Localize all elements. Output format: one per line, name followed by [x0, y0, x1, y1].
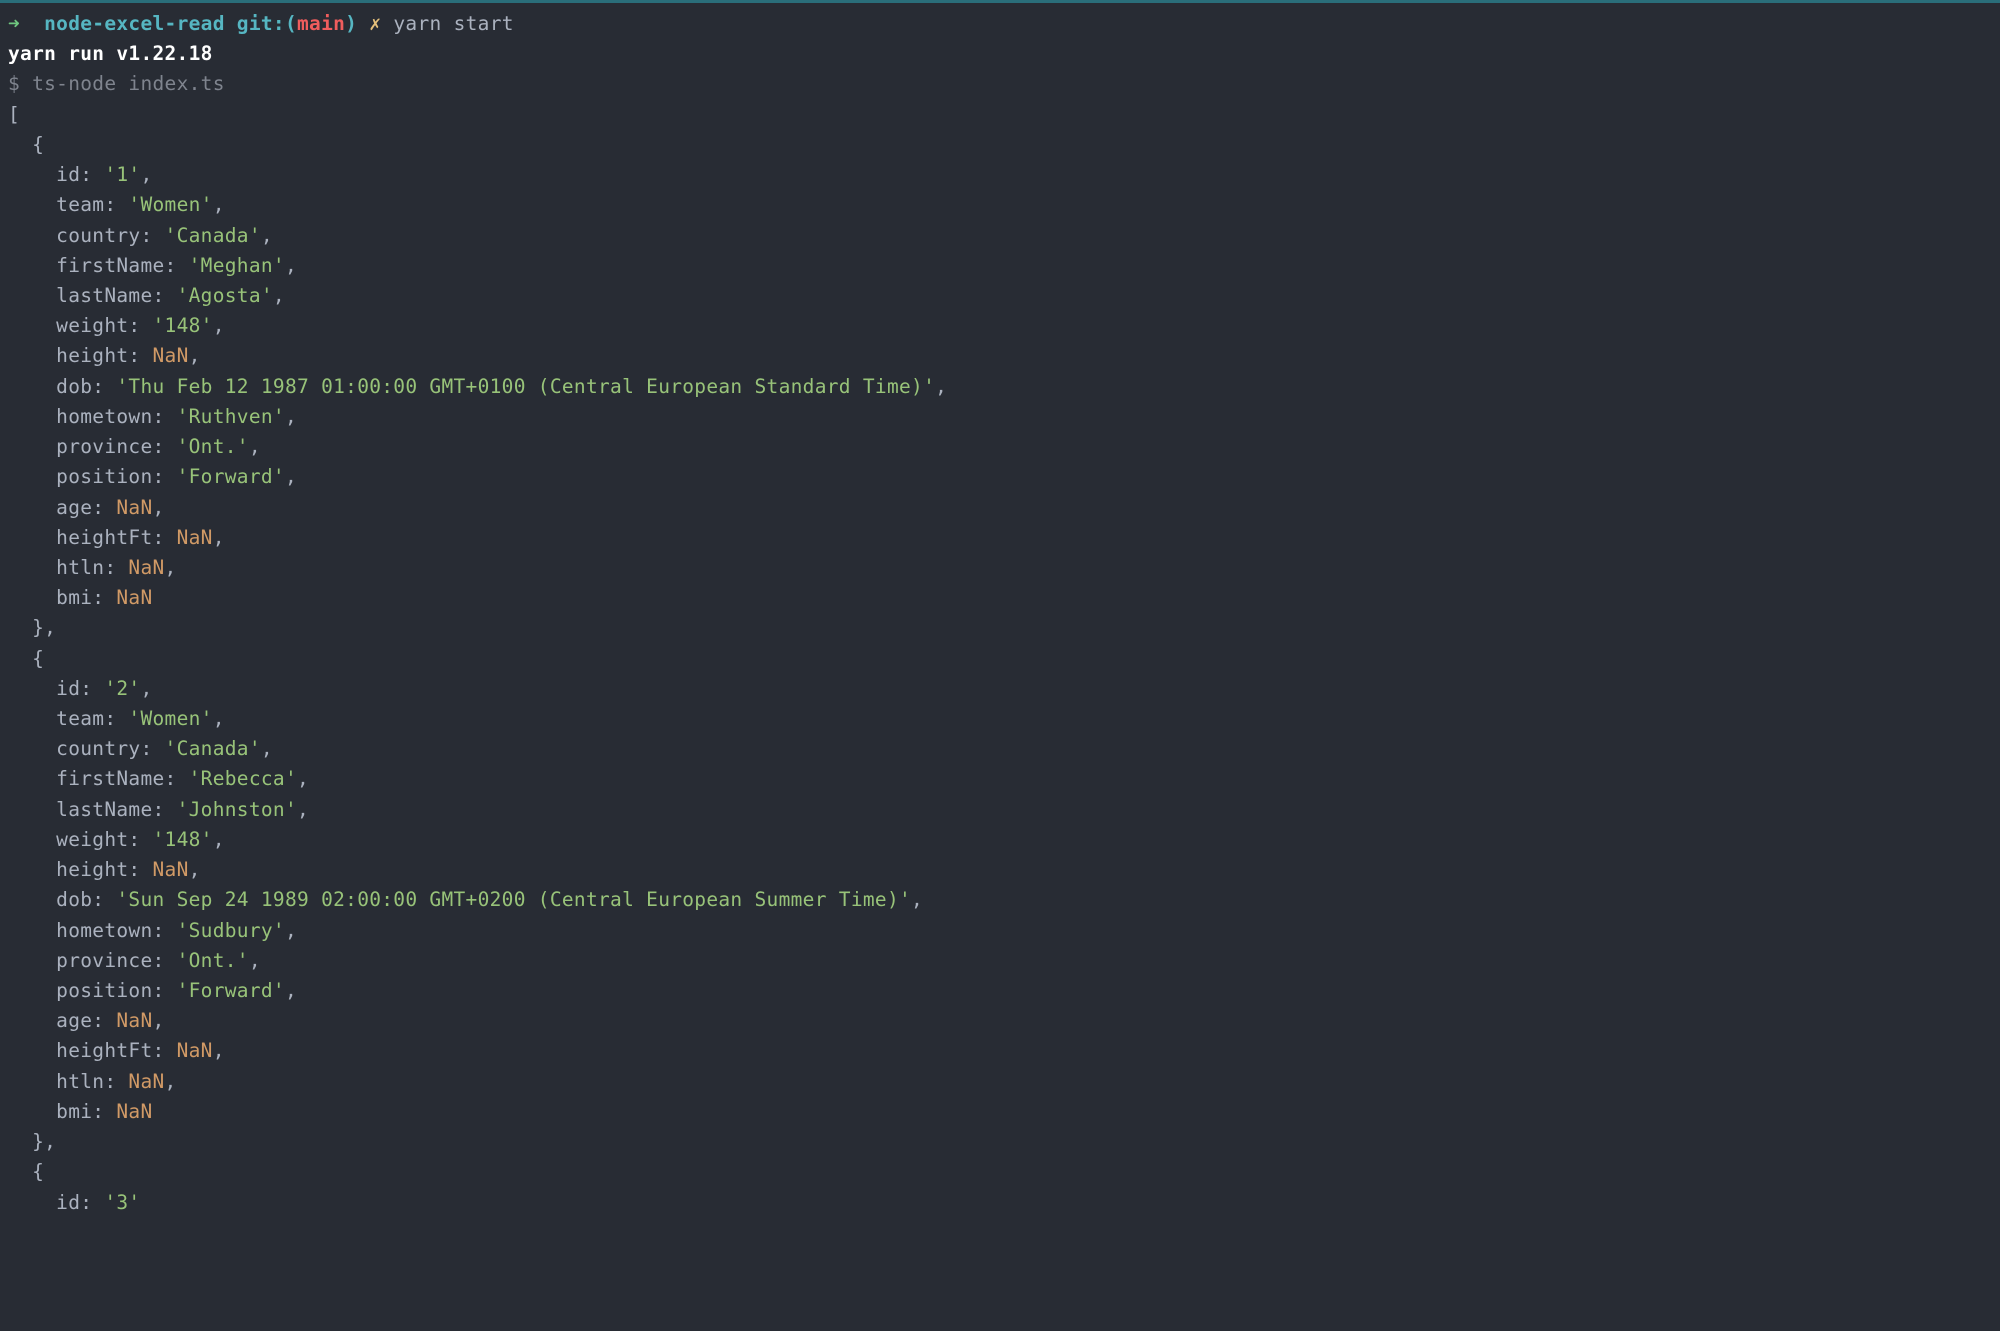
prompt-dirty-icon: ✗ — [369, 12, 381, 35]
stdout-output: [ { id: '1', team: 'Women', country: 'Ca… — [0, 100, 2000, 1218]
prompt-git-branch: main — [297, 12, 345, 35]
sub-command-text: ts-node index.ts — [32, 72, 225, 95]
prompt-git-suffix: ) — [345, 12, 357, 35]
terminal-window[interactable]: ➜ node-excel-read git:(main) ✗ yarn star… — [0, 0, 2000, 1218]
yarn-sub-command: $ ts-node index.ts — [0, 69, 2000, 99]
yarn-run-header: yarn run v1.22.18 — [0, 39, 2000, 69]
dollar-icon: $ — [8, 72, 20, 95]
prompt-command-arg: start — [454, 12, 514, 35]
prompt-command: yarn — [393, 12, 441, 35]
prompt-arrow-icon: ➜ — [8, 12, 20, 35]
prompt-cwd: node-excel-read — [44, 12, 225, 35]
shell-prompt-line: ➜ node-excel-read git:(main) ✗ yarn star… — [0, 3, 2000, 39]
prompt-git-prefix: git:( — [237, 12, 297, 35]
